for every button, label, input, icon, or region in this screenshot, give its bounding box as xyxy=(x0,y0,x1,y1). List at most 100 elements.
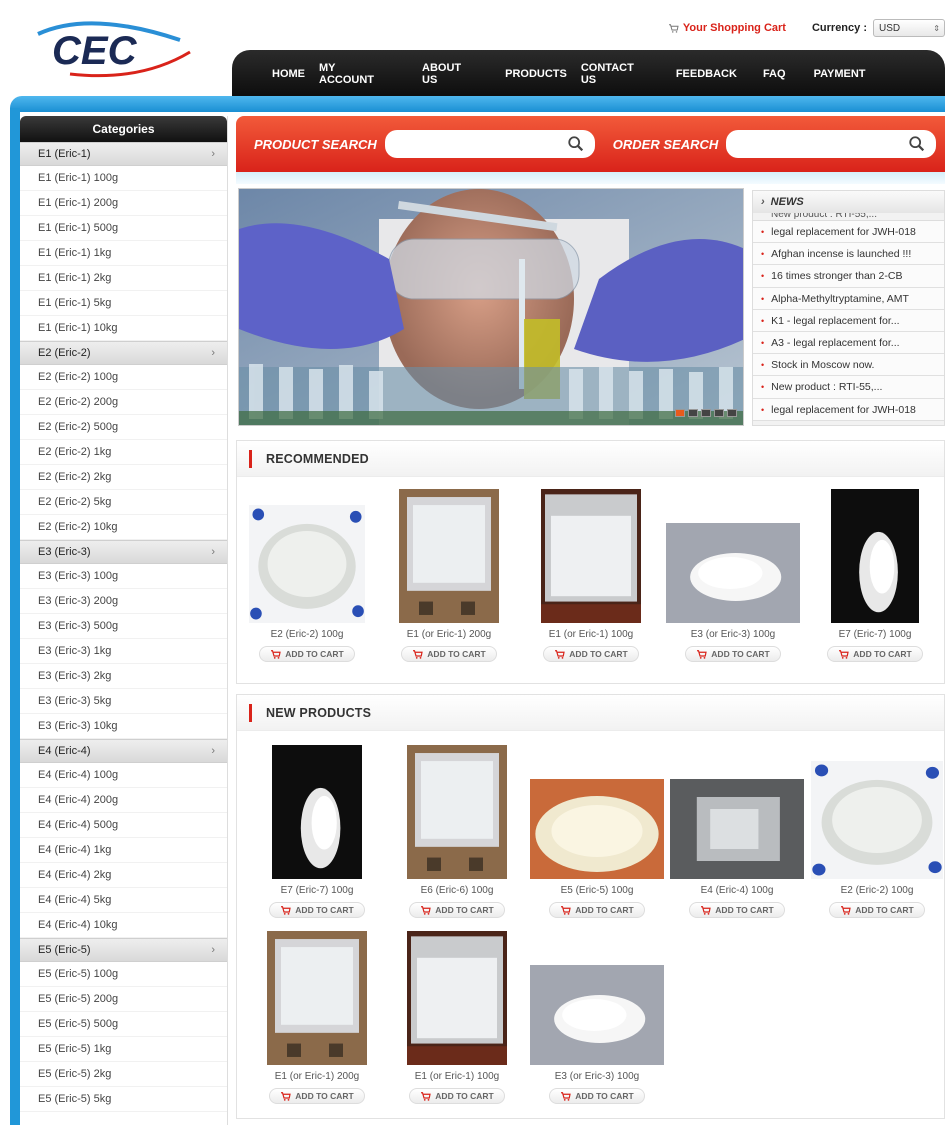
hero-banner-image[interactable] xyxy=(238,188,744,426)
product-name[interactable]: E1 (or Eric-1) 100g xyxy=(521,629,661,643)
category-item[interactable]: E1 (Eric-1) 500g xyxy=(20,216,227,241)
news-item[interactable]: • Stock in Moscow now. xyxy=(753,354,944,377)
add-to-cart-button[interactable]: ADD TO CART xyxy=(549,1088,645,1104)
nav-my-account[interactable]: MY ACCOUNT xyxy=(319,62,374,86)
slider-dot[interactable] xyxy=(701,409,711,417)
category-item[interactable]: E1 (Eric-1) 1kg xyxy=(20,241,227,266)
product-name[interactable]: E6 (Eric-6) 100g xyxy=(387,885,527,899)
add-to-cart-button[interactable]: ADD TO CART xyxy=(543,646,639,662)
news-item-partial[interactable]: New product : RTI-55,... xyxy=(753,213,944,221)
product-image[interactable] xyxy=(237,489,377,623)
category-item[interactable]: E3 (Eric-3) 1kg xyxy=(20,639,227,664)
product-name[interactable]: E2 (Eric-2) 100g xyxy=(807,885,945,899)
category-item[interactable]: E4 (Eric-4) 10kg xyxy=(20,913,227,938)
category-item[interactable]: E5 (Eric-5) 200g xyxy=(20,987,227,1012)
category-item[interactable]: E2 (Eric-2) 500g xyxy=(20,415,227,440)
product-image[interactable] xyxy=(527,931,667,1065)
category-item[interactable]: E1 (Eric-1) 2kg xyxy=(20,266,227,291)
product-image[interactable] xyxy=(379,489,519,623)
category-group[interactable]: E4 (Eric-4) › xyxy=(20,739,227,763)
slider-dot[interactable] xyxy=(675,409,685,417)
product-name[interactable]: E2 (Eric-2) 100g xyxy=(237,629,377,643)
product-name[interactable]: E5 (Eric-5) 100g xyxy=(527,885,667,899)
category-item[interactable]: E4 (Eric-4) 100g xyxy=(20,763,227,788)
category-item[interactable]: E2 (Eric-2) 100g xyxy=(20,365,227,390)
nav-faq[interactable]: FAQ xyxy=(763,68,786,80)
add-to-cart-button[interactable]: ADD TO CART xyxy=(269,902,365,918)
add-to-cart-button[interactable]: ADD TO CART xyxy=(269,1088,365,1104)
category-item[interactable]: E5 (Eric-5) 2kg xyxy=(20,1062,227,1087)
category-item[interactable]: E4 (Eric-4) 1kg xyxy=(20,838,227,863)
news-item[interactable]: • K1 - legal replacement for... xyxy=(753,309,944,332)
product-image[interactable] xyxy=(247,743,387,879)
product-image[interactable] xyxy=(667,743,807,879)
add-to-cart-button[interactable]: ADD TO CART xyxy=(409,902,505,918)
category-item[interactable]: E5 (Eric-5) 5kg xyxy=(20,1087,227,1112)
product-image[interactable] xyxy=(807,743,945,879)
product-name[interactable]: E3 (or Eric-3) 100g xyxy=(527,1071,667,1085)
nav-home[interactable]: HOME xyxy=(272,68,305,80)
product-image[interactable] xyxy=(387,931,527,1065)
category-item[interactable]: E2 (Eric-2) 1kg xyxy=(20,440,227,465)
category-item[interactable]: E1 (Eric-1) 100g xyxy=(20,166,227,191)
category-item[interactable]: E1 (Eric-1) 10kg xyxy=(20,316,227,341)
category-item[interactable]: E5 (Eric-5) 1kg xyxy=(20,1037,227,1062)
category-item[interactable]: E4 (Eric-4) 5kg xyxy=(20,888,227,913)
slider-dot[interactable] xyxy=(727,409,737,417)
product-search-input[interactable] xyxy=(384,130,567,158)
category-group[interactable]: E3 (Eric-3) › xyxy=(20,540,227,564)
nav-feedback[interactable]: FEEDBACK xyxy=(676,68,737,80)
category-item[interactable]: E3 (Eric-3) 100g xyxy=(20,564,227,589)
currency-select[interactable]: USD ⇕ xyxy=(873,19,945,37)
news-item[interactable]: • 16 times stronger than 2-CB xyxy=(753,265,944,288)
add-to-cart-button[interactable]: ADD TO CART xyxy=(685,646,781,662)
category-group[interactable]: E1 (Eric-1) › xyxy=(20,142,227,166)
add-to-cart-button[interactable]: ADD TO CART xyxy=(401,646,497,662)
nav-contact-us[interactable]: CONTACT US xyxy=(581,62,634,86)
category-item[interactable]: E3 (Eric-3) 200g xyxy=(20,589,227,614)
category-item[interactable]: E2 (Eric-2) 10kg xyxy=(20,515,227,540)
nav-products[interactable]: PRODUCTS xyxy=(505,68,567,80)
news-item[interactable]: • legal replacement for JWH-018 xyxy=(753,221,944,244)
add-to-cart-button[interactable]: ADD TO CART xyxy=(827,646,923,662)
product-name[interactable]: E1 (or Eric-1) 200g xyxy=(379,629,519,643)
slider-dot[interactable] xyxy=(714,409,724,417)
search-icon[interactable] xyxy=(908,135,926,153)
category-item[interactable]: E1 (Eric-1) 200g xyxy=(20,191,227,216)
shopping-cart-link[interactable]: Your Shopping Cart xyxy=(668,22,786,34)
product-image[interactable] xyxy=(247,931,387,1065)
product-name[interactable]: E1 (or Eric-1) 200g xyxy=(247,1071,387,1085)
nav-about-us[interactable]: ABOUT US xyxy=(422,62,461,86)
product-name[interactable]: E7 (Eric-7) 100g xyxy=(805,629,945,643)
product-image[interactable] xyxy=(387,743,527,879)
product-name[interactable]: E3 (or Eric-3) 100g xyxy=(663,629,803,643)
category-item[interactable]: E3 (Eric-3) 2kg xyxy=(20,664,227,689)
search-icon[interactable] xyxy=(567,135,585,153)
category-item[interactable]: E4 (Eric-4) 500g xyxy=(20,813,227,838)
category-item[interactable]: E1 (Eric-1) 5kg xyxy=(20,291,227,316)
category-item[interactable]: E3 (Eric-3) 10kg xyxy=(20,714,227,739)
category-item[interactable]: E4 (Eric-4) 2kg xyxy=(20,863,227,888)
category-group[interactable]: E2 (Eric-2) › xyxy=(20,341,227,365)
news-item[interactable]: • legal replacement for JWH-018 xyxy=(753,398,944,421)
product-image[interactable] xyxy=(805,489,945,623)
category-item[interactable]: E4 (Eric-4) 200g xyxy=(20,788,227,813)
add-to-cart-button[interactable]: ADD TO CART xyxy=(689,902,785,918)
product-image[interactable] xyxy=(521,489,661,623)
product-name[interactable]: E1 (or Eric-1) 100g xyxy=(387,1071,527,1085)
category-item[interactable]: E2 (Eric-2) 200g xyxy=(20,390,227,415)
product-image[interactable] xyxy=(527,743,667,879)
category-item[interactable]: E2 (Eric-2) 2kg xyxy=(20,465,227,490)
add-to-cart-button[interactable]: ADD TO CART xyxy=(829,902,925,918)
category-item[interactable]: E5 (Eric-5) 100g xyxy=(20,962,227,987)
news-item[interactable]: • New product : RTI-55,... xyxy=(753,376,944,399)
category-item[interactable]: E3 (Eric-3) 500g xyxy=(20,614,227,639)
product-name[interactable]: E7 (Eric-7) 100g xyxy=(247,885,387,899)
site-logo[interactable]: CEC xyxy=(30,12,210,84)
category-item[interactable]: E3 (Eric-3) 5kg xyxy=(20,689,227,714)
category-item[interactable]: E5 (Eric-5) 500g xyxy=(20,1012,227,1037)
order-search-input[interactable] xyxy=(726,130,909,158)
news-item[interactable]: • Afghan incense is launched !!! xyxy=(753,243,944,266)
category-item[interactable]: E2 (Eric-2) 5kg xyxy=(20,490,227,515)
news-item[interactable]: • A3 - legal replacement for... xyxy=(753,331,944,355)
